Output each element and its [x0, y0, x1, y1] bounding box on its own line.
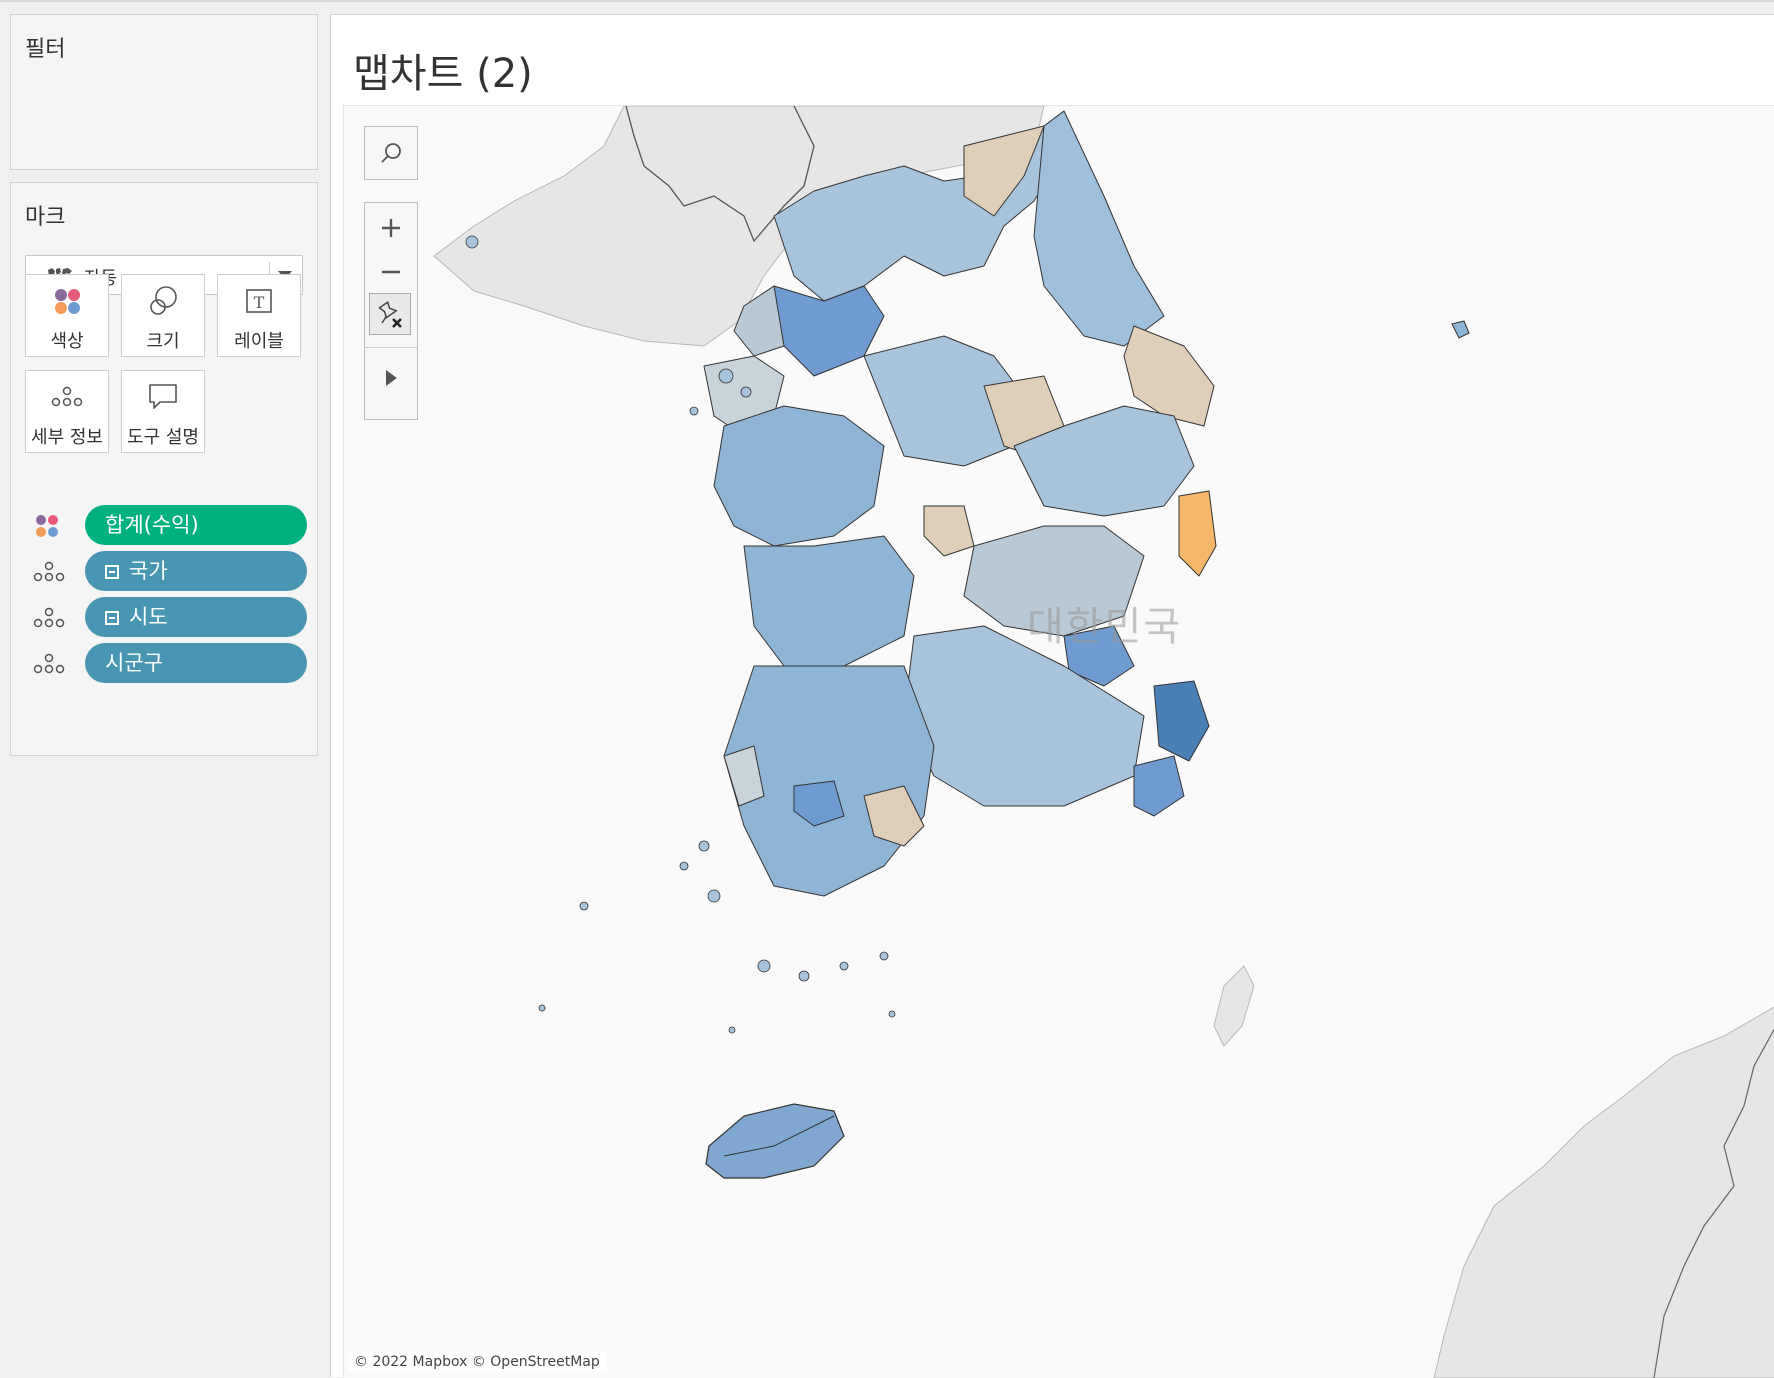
sheet-title: 맵차트 (2)	[353, 51, 533, 97]
tooltip-label: 도구 설명	[127, 427, 199, 448]
detail-field-row: 시군구	[33, 643, 309, 683]
map-canvas[interactable]	[344, 106, 1774, 1378]
region-jeju[interactable]	[705, 1103, 845, 1179]
collapse-icon[interactable]	[105, 611, 119, 625]
zoom-in-icon[interactable]	[365, 203, 417, 253]
svg-text:T: T	[254, 293, 265, 312]
detail-label: 세부 정보	[31, 427, 103, 448]
region-yeongdeok	[1178, 490, 1217, 577]
region-chungnam	[713, 405, 885, 547]
label-label: 레이블	[234, 331, 284, 352]
detail-field-row: 시도	[33, 597, 309, 637]
size-circles-icon	[122, 285, 204, 317]
label-button[interactable]: T 레이블	[217, 274, 301, 357]
tooltip-icon	[122, 381, 204, 413]
map-attribution[interactable]: © 2022 Mapbox © OpenStreetMap	[348, 1352, 606, 1372]
country-pill-label: 국가	[129, 559, 168, 583]
sum-profit-pill-label: 합계(수익)	[105, 513, 199, 537]
japan-island	[1213, 965, 1255, 1047]
detail-dots-icon	[26, 381, 108, 413]
pin-map-icon[interactable]	[369, 293, 411, 335]
label-text-icon: T	[218, 285, 300, 317]
region-ulleungdo[interactable]	[1451, 320, 1470, 339]
detail-dots-icon	[33, 559, 65, 585]
region-ulsan	[1153, 680, 1210, 762]
district-pill[interactable]: 시군구	[85, 643, 307, 683]
detail-dots-icon	[33, 605, 65, 631]
province-pill-label: 시도	[129, 605, 168, 629]
top-border	[0, 0, 1774, 2]
collapse-icon[interactable]	[105, 565, 119, 579]
map-zoom-controls	[364, 202, 418, 420]
size-button[interactable]: 크기	[121, 274, 205, 357]
map-search-button[interactable]	[364, 126, 418, 180]
size-label: 크기	[146, 331, 180, 352]
color-button[interactable]: 색상	[25, 274, 109, 357]
filters-shelf[interactable]: 필터	[10, 14, 318, 170]
search-icon	[365, 127, 417, 179]
korea-regions[interactable]	[703, 110, 1217, 897]
color-dots-icon	[33, 513, 65, 539]
detail-field-row: 국가	[33, 551, 309, 591]
marks-card: 마크 자동 색상	[10, 182, 318, 756]
worksheet: 맵차트 (2) 대한민국 © 2022 Mapbox © OpenStreetM…	[330, 14, 1774, 1378]
expand-arrow-icon[interactable]	[365, 347, 417, 408]
japan-landmass	[1433, 1006, 1774, 1378]
color-field-row: 합계(수익)	[33, 505, 309, 545]
country-label: 대한민국	[1027, 604, 1183, 650]
color-label: 색상	[50, 331, 84, 352]
region-busan	[1133, 755, 1185, 817]
sum-profit-pill[interactable]: 합계(수익)	[85, 505, 307, 545]
detail-button[interactable]: 세부 정보	[25, 370, 109, 453]
filters-title: 필터	[25, 37, 66, 62]
region-jeonbuk	[743, 535, 915, 667]
region-daejeon	[923, 505, 975, 557]
detail-dots-icon	[33, 651, 65, 677]
color-dots-icon	[26, 285, 108, 317]
country-pill[interactable]: 국가	[85, 551, 307, 591]
zoom-out-icon[interactable]	[365, 247, 417, 297]
region-gangwon-east	[1033, 110, 1165, 347]
map-view[interactable]: 대한민국 © 2022 Mapbox © OpenStreetMap	[343, 105, 1774, 1378]
province-pill[interactable]: 시도	[85, 597, 307, 637]
tooltip-button[interactable]: 도구 설명	[121, 370, 205, 453]
district-pill-label: 시군구	[105, 651, 163, 675]
marks-title: 마크	[25, 205, 66, 230]
